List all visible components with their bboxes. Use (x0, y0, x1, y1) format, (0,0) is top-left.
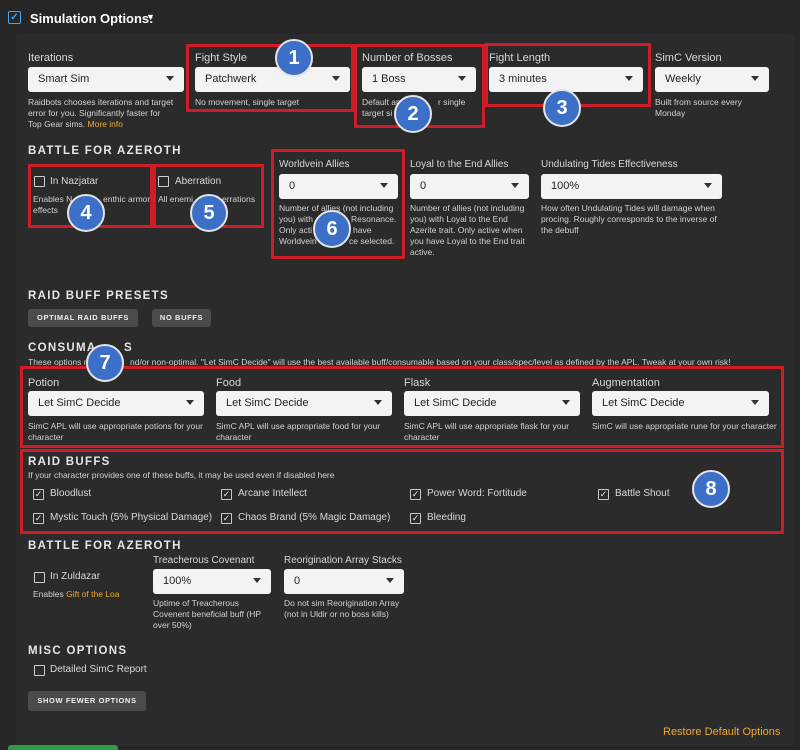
chevron-down-icon (253, 578, 261, 583)
chevron-down-icon (511, 183, 519, 188)
simulation-options-title[interactable]: Simulation Options: (30, 11, 154, 26)
optimal-raid-buffs-button[interactable]: OPTIMAL RAID BUFFS (28, 309, 138, 327)
treacherous-covenant-label: Treacherous Covenant (153, 555, 255, 566)
reorigination-array-help: Do not sim Reorigination Array (not in U… (284, 598, 400, 619)
iterations-select[interactable]: Smart Sim (28, 67, 184, 92)
annotation-badge-1: 1 (275, 39, 313, 77)
bfa2-section-title: BATTLE FOR AZEROTH (28, 540, 182, 552)
simulation-options-checkbox[interactable]: ✓ (8, 11, 21, 24)
detailed-report-label: Detailed SimC Report (50, 664, 147, 675)
iterations-help: Raidbots chooses iterations and target e… (28, 97, 174, 129)
no-buffs-button[interactable]: NO BUFFS (152, 309, 211, 327)
chevron-down-icon (704, 183, 712, 188)
chevron-down-icon (751, 76, 759, 81)
simc-version-select[interactable]: Weekly (655, 67, 769, 92)
restore-defaults-link[interactable]: Restore Default Options (663, 726, 780, 738)
annotation-box-raid-buffs (20, 449, 784, 534)
annotation-box-consumables (20, 366, 784, 448)
simc-version-help: Built from source every Monday (655, 97, 742, 118)
in-zuldazar-checkbox[interactable] (34, 572, 45, 583)
misc-options-title: MISC OPTIONS (28, 645, 128, 657)
loyal-to-end-select[interactable]: 0 (410, 174, 529, 199)
undulating-tides-help: How often Undulating Tides will damage w… (541, 203, 717, 235)
undulating-tides-label: Undulating Tides Effectiveness (541, 159, 678, 170)
chevron-down-icon[interactable]: ▼ (146, 12, 155, 22)
annotation-badge-8: 8 (692, 470, 730, 508)
show-fewer-options-button[interactable]: SHOW FEWER OPTIONS (28, 691, 146, 711)
undulating-tides-select[interactable]: 100% (541, 174, 722, 199)
more-info-link[interactable]: More info (88, 119, 123, 129)
treacherous-covenant-select[interactable]: 100% (153, 569, 271, 594)
bfa-section-title: BATTLE FOR AZEROTH (28, 145, 182, 157)
consumables-title-a: CONSUMA (28, 342, 97, 354)
chevron-down-icon (166, 76, 174, 81)
detailed-report-checkbox[interactable] (34, 665, 45, 676)
treacherous-covenant-help: Uptime of Treacherous Covenent beneficia… (153, 598, 261, 630)
annotation-badge-3: 3 (543, 89, 581, 127)
in-zuldazar-help: Enables Gift of the Loa (33, 589, 120, 599)
chevron-down-icon (386, 578, 394, 583)
loyal-to-end-help: Number of allies (not including you) wit… (410, 203, 525, 257)
simc-version-label: SimC Version (655, 52, 722, 64)
annotation-badge-5: 5 (190, 194, 228, 232)
annotation-badge-4: 4 (67, 194, 105, 232)
annotation-badge-7: 7 (86, 344, 124, 382)
consumables-title-b: S (124, 342, 133, 354)
reorigination-array-label: Reorigination Array Stacks (284, 555, 402, 566)
annotation-badge-2: 2 (394, 95, 432, 133)
annotation-box-fight-style (186, 44, 354, 112)
bottom-green-button[interactable] (8, 745, 118, 750)
annotation-badge-6: 6 (313, 210, 351, 248)
in-zuldazar-label: In Zuldazar (50, 571, 101, 582)
reorigination-array-select[interactable]: 0 (284, 569, 404, 594)
gift-of-the-loa-link[interactable]: Gift of the Loa (66, 589, 119, 599)
iterations-label: Iterations (28, 52, 74, 64)
loyal-to-end-label: Loyal to the End Allies (410, 159, 509, 170)
raid-buff-presets-title: RAID BUFF PRESETS (28, 290, 169, 302)
